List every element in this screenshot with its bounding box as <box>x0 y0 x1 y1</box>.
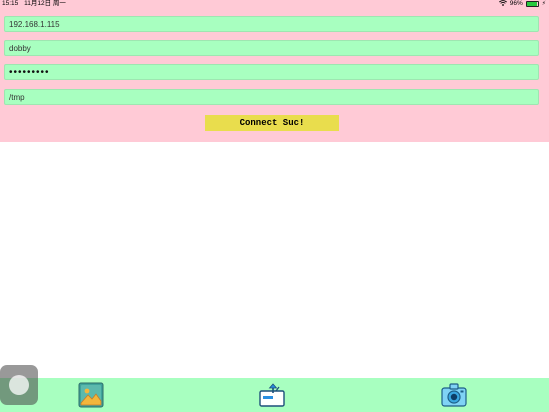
battery-percent: 96% <box>509 0 523 7</box>
tab-photos[interactable] <box>78 382 104 408</box>
photo-icon <box>78 382 104 408</box>
username-field[interactable] <box>4 40 539 56</box>
content-area <box>0 142 549 378</box>
status-time: 15:15 <box>2 0 19 7</box>
password-field[interactable] <box>4 64 539 80</box>
status-bar: 15:15 11月12日 周一 96% ⚡ <box>0 0 549 8</box>
status-right: 96% ⚡ <box>498 0 546 8</box>
connection-form: Connect Suc! <box>0 8 549 142</box>
host-field[interactable] <box>4 16 539 32</box>
path-field[interactable] <box>4 89 539 105</box>
upload-icon <box>259 383 285 407</box>
assistive-touch-button[interactable] <box>0 365 38 405</box>
status-left: 15:15 11月12日 周一 <box>2 0 70 8</box>
tab-upload[interactable] <box>259 382 285 408</box>
tab-camera[interactable] <box>441 382 467 408</box>
camera-icon <box>441 383 467 407</box>
charging-icon: ⚡ <box>541 1 546 7</box>
battery-fill <box>526 2 538 6</box>
connect-button[interactable]: Connect Suc! <box>205 115 339 131</box>
battery-icon <box>525 1 539 7</box>
status-date: 11月12日 周一 <box>24 0 66 7</box>
assistive-touch-dot <box>9 375 29 395</box>
tab-bar <box>0 378 549 412</box>
